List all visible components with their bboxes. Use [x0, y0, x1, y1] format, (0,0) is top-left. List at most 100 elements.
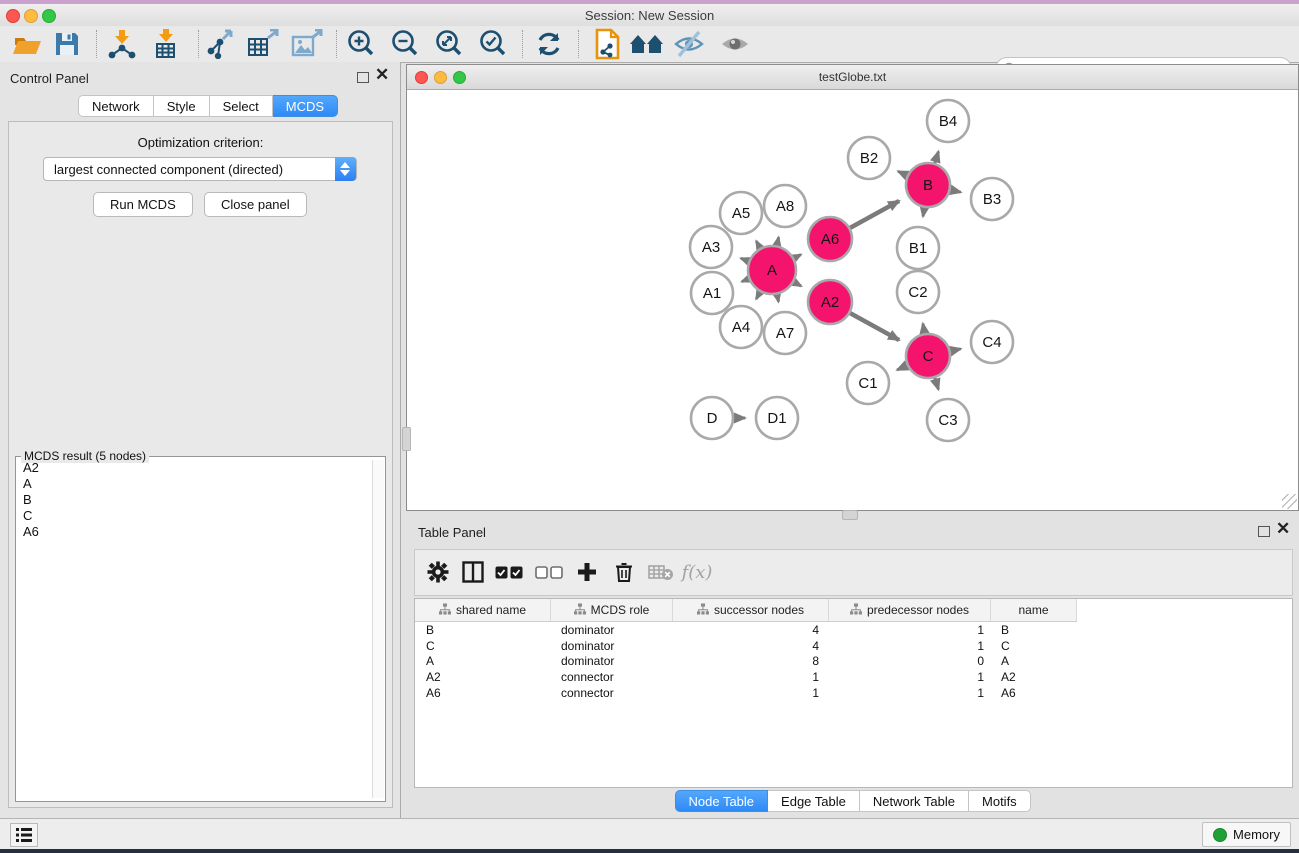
table-cell[interactable]: 4: [673, 638, 819, 654]
zoom-fit-icon[interactable]: [430, 28, 468, 60]
graph-edge-A-A7[interactable]: [777, 294, 778, 301]
tab-node-table[interactable]: Node Table: [675, 790, 769, 812]
float-table-panel-icon[interactable]: [1258, 526, 1270, 537]
graph-edge-A6-B[interactable]: [850, 201, 899, 228]
table-cell[interactable]: 1: [829, 638, 984, 654]
table-settings-gear-icon[interactable]: [422, 557, 454, 587]
tab-select[interactable]: Select: [210, 95, 273, 117]
table-row[interactable]: Adominator 80 A: [415, 653, 1292, 669]
window-resize-grip[interactable]: [1282, 494, 1297, 509]
table-row[interactable]: A2connector11A2: [415, 669, 1292, 685]
tab-edge-table[interactable]: Edge Table: [768, 790, 860, 812]
graph-edge-B-B1[interactable]: [923, 208, 924, 217]
export-network-icon[interactable]: [202, 28, 240, 60]
graph-node-A6[interactable]: A6: [808, 217, 852, 261]
task-history-button[interactable]: [10, 823, 38, 847]
graph-node-C1[interactable]: C1: [847, 362, 889, 404]
mcds-result-item[interactable]: B: [17, 492, 372, 508]
zoom-selected-icon[interactable]: [474, 28, 512, 60]
graph-edge-A-A4[interactable]: [756, 292, 760, 299]
deselect-all-checks-icon[interactable]: [533, 557, 565, 587]
tab-network[interactable]: Network: [78, 95, 154, 117]
table-row[interactable]: Cdominator41C: [415, 638, 1292, 654]
table-cell[interactable]: dominator: [561, 622, 666, 638]
mcds-result-item[interactable]: A2: [17, 460, 372, 476]
vertical-splitter-grip[interactable]: [402, 427, 411, 451]
table-cell[interactable]: A: [426, 653, 546, 669]
home-navigator-icon[interactable]: [628, 28, 666, 60]
table-row[interactable]: A6connector11A6: [415, 685, 1292, 701]
table-cell[interactable]: 1: [829, 685, 984, 701]
table-cell[interactable]: B: [1001, 622, 1071, 638]
graph-edge-B-B4[interactable]: [935, 152, 939, 164]
table-cell[interactable]: connector: [561, 685, 666, 701]
table-cell[interactable]: 4: [673, 622, 819, 638]
graph-edge-B-B2[interactable]: [898, 171, 907, 175]
graph-node-B1[interactable]: B1: [897, 227, 939, 269]
toggle-panel-column-icon[interactable]: [457, 557, 489, 587]
network-document-icon[interactable]: [588, 28, 626, 60]
zoom-out-icon[interactable]: [386, 28, 424, 60]
close-panel-button[interactable]: Close panel: [204, 192, 307, 217]
import-network-icon[interactable]: [102, 28, 140, 60]
graph-node-D1[interactable]: D1: [756, 397, 798, 439]
graph-node-A4[interactable]: A4: [720, 306, 762, 348]
graph-edge-C-C4[interactable]: [950, 349, 960, 351]
graph-edge-B-B3[interactable]: [950, 190, 960, 192]
graph-node-C2[interactable]: C2: [897, 271, 939, 313]
graph-node-A7[interactable]: A7: [764, 312, 806, 354]
table-cell[interactable]: 0: [829, 653, 984, 669]
table-cell[interactable]: connector: [561, 669, 666, 685]
table-cell[interactable]: A: [1001, 653, 1071, 669]
graph-node-D[interactable]: D: [691, 397, 733, 439]
result-scrollbar[interactable]: [372, 460, 384, 798]
run-mcds-button[interactable]: Run MCDS: [93, 192, 193, 217]
graph-edge-C-C3[interactable]: [935, 378, 939, 390]
table-cell[interactable]: B: [426, 622, 546, 638]
mcds-result-item[interactable]: C: [17, 508, 372, 524]
tab-network-table[interactable]: Network Table: [860, 790, 969, 812]
graph-node-C[interactable]: C: [906, 334, 950, 378]
table-cell[interactable]: 8: [673, 653, 819, 669]
graph-node-A8[interactable]: A8: [764, 185, 806, 227]
table-cell[interactable]: dominator: [561, 653, 666, 669]
table-cell[interactable]: 1: [673, 685, 819, 701]
graph-node-A2[interactable]: A2: [808, 280, 852, 324]
zoom-in-icon[interactable]: [342, 28, 380, 60]
table-cell[interactable]: 1: [673, 669, 819, 685]
export-image-icon[interactable]: [288, 28, 326, 60]
graph-node-A1[interactable]: A1: [691, 272, 733, 314]
save-session-icon[interactable]: [48, 28, 86, 60]
float-panel-icon[interactable]: [357, 72, 369, 83]
tab-motifs[interactable]: Motifs: [969, 790, 1031, 812]
export-table-icon[interactable]: [244, 28, 282, 60]
delete-column-trash-icon[interactable]: [608, 557, 640, 587]
table-cell[interactable]: C: [426, 638, 546, 654]
network-graph-canvas[interactable]: B4B2BB3A8A5A6A3B1AA1C2A2A4A7C4CC1DD1C3: [407, 90, 1296, 509]
table-cell[interactable]: dominator: [561, 638, 666, 654]
column-header-predecessor-nodes[interactable]: predecessor nodes: [829, 599, 991, 621]
import-table-icon[interactable]: [146, 28, 184, 60]
tab-mcds[interactable]: MCDS: [273, 95, 338, 117]
delete-table-icon[interactable]: [645, 557, 677, 587]
function-builder-fx-icon[interactable]: f(x): [681, 557, 713, 587]
graph-node-B3[interactable]: B3: [971, 178, 1013, 220]
select-all-checks-icon[interactable]: [493, 557, 525, 587]
close-table-panel-icon[interactable]: ✕: [1276, 519, 1290, 539]
graph-node-B2[interactable]: B2: [848, 137, 890, 179]
optimization-criterion-select[interactable]: largest connected component (directed): [43, 157, 357, 181]
column-header-shared-name[interactable]: shared name: [415, 599, 551, 621]
add-column-icon[interactable]: [571, 557, 603, 587]
graph-node-A[interactable]: A: [748, 246, 796, 294]
graph-node-B[interactable]: B: [906, 163, 950, 207]
graph-edge-A-A5[interactable]: [756, 241, 760, 248]
graph-edge-C-C2[interactable]: [923, 324, 925, 334]
mcds-result-item[interactable]: A: [17, 476, 372, 492]
close-panel-icon[interactable]: ✕: [375, 65, 389, 85]
table-cell[interactable]: A2: [426, 669, 546, 685]
graph-edge-C-C1[interactable]: [897, 365, 907, 369]
memory-button[interactable]: Memory: [1202, 822, 1291, 847]
table-cell[interactable]: 1: [829, 669, 984, 685]
tab-style[interactable]: Style: [154, 95, 210, 117]
graph-node-C3[interactable]: C3: [927, 399, 969, 441]
